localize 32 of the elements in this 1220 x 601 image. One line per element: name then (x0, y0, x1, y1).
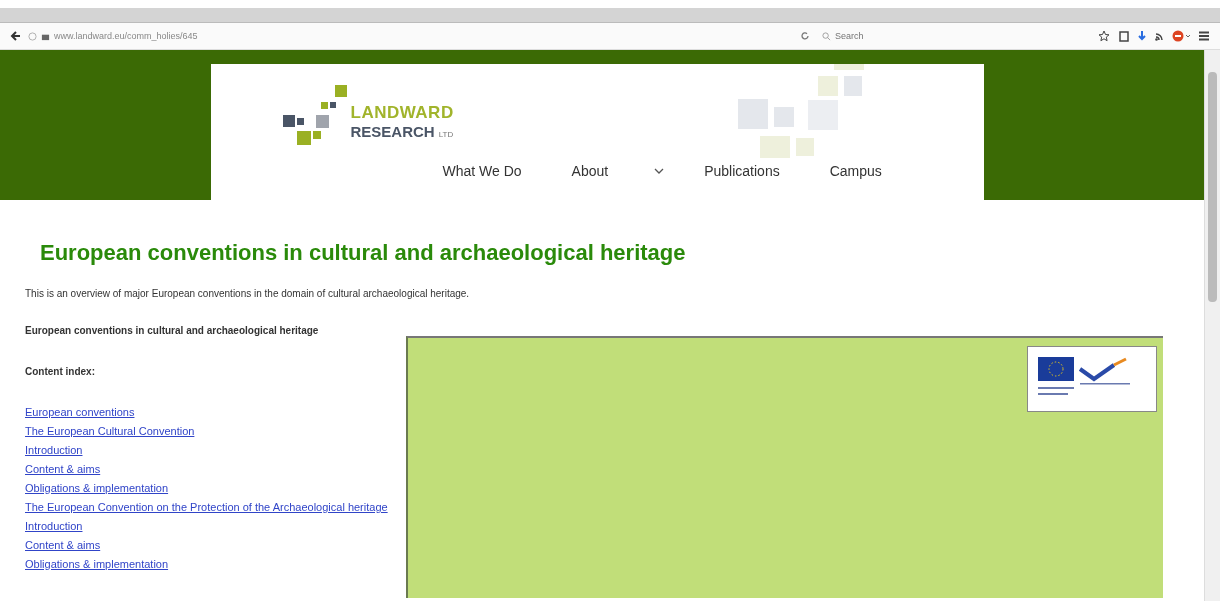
search-icon (822, 31, 831, 41)
rss-icon[interactable] (1154, 30, 1166, 42)
index-link[interactable]: Obligations & implementation (25, 555, 400, 574)
index-link[interactable]: The European Convention on the Protection of the Archaeological heritage (25, 498, 400, 517)
menu-icon[interactable] (1198, 30, 1210, 42)
stop-sign-icon[interactable] (1172, 30, 1192, 42)
reload-icon[interactable] (800, 31, 810, 41)
nav-link[interactable]: What We Do (442, 159, 522, 183)
chevron-down-icon[interactable] (654, 167, 665, 175)
index-link[interactable]: Obligations & implementation (25, 479, 400, 498)
address-text[interactable]: www.landward.eu/comm_holies/645 (54, 31, 198, 41)
nav-link[interactable]: Publications (704, 159, 780, 183)
index-link[interactable]: European conventions (25, 403, 400, 422)
page-title: European conventions in cultural and archaeological heritage (40, 240, 687, 266)
logo-subtitle: RESEARCH (350, 122, 435, 140)
index-heading: Content index: (25, 366, 96, 377)
bookmark-star-icon[interactable] (1098, 30, 1112, 42)
download-icon[interactable] (1136, 30, 1148, 42)
nav-link[interactable]: Campus (829, 159, 882, 183)
index-link[interactable]: Introduction (25, 441, 400, 460)
scrollbar[interactable] (1204, 50, 1220, 601)
section-heading: European conventions in cultural and archaeological heritage (25, 325, 320, 336)
index-link[interactable]: Content & aims (25, 460, 400, 479)
logo-name: LANDWARD (350, 102, 454, 123)
index-link[interactable]: Introduction (25, 517, 400, 536)
index-link[interactable]: Content & aims (25, 536, 400, 555)
intro-text: This is an overview of major European conventions in the domain of cultural archaeological heritage. (25, 288, 471, 299)
index-link[interactable]: The European Cultural Convention (25, 422, 400, 441)
logo-suffix: LTD (438, 129, 454, 139)
nav-link[interactable]: About (571, 159, 609, 183)
search-field[interactable]: Search (835, 31, 1035, 41)
back-icon[interactable] (10, 30, 22, 42)
